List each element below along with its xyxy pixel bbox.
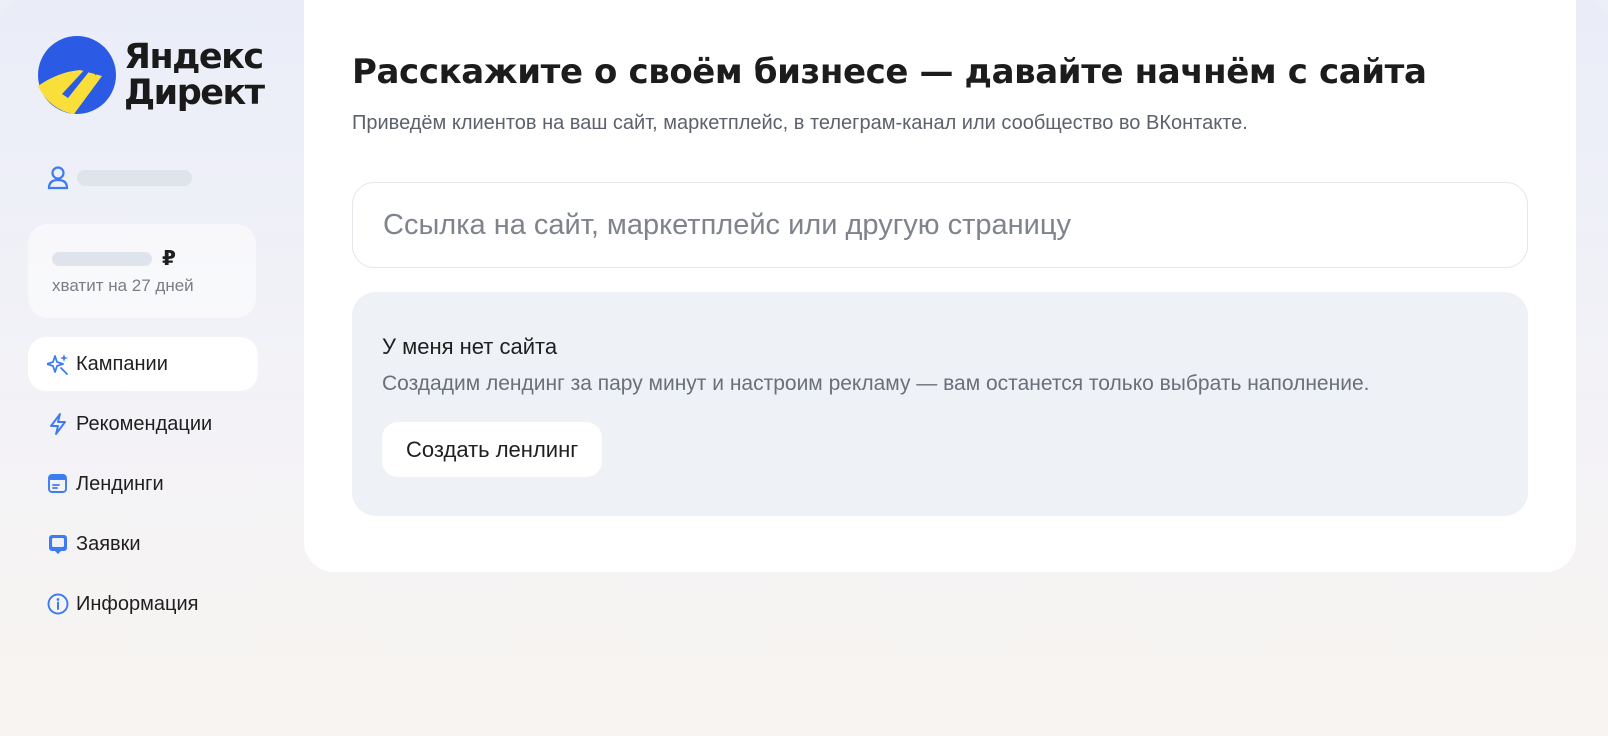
- yandex-direct-logo[interactable]: Яндекс Директ: [38, 36, 265, 114]
- balance-amount-placeholder: [52, 252, 152, 266]
- sidebar-item-recommendations[interactable]: Рекомендации: [28, 397, 258, 451]
- logo-text: Яндекс Директ: [124, 37, 265, 113]
- no-site-card: У меня нет сайта Создадим лендинг за пар…: [352, 292, 1528, 516]
- site-url-input[interactable]: [352, 182, 1528, 268]
- user-account[interactable]: [47, 166, 192, 190]
- logo-line-2: Директ: [124, 73, 265, 113]
- onboarding-card: Расскажите о своём бизнесе — давайте нач…: [304, 0, 1576, 572]
- sidebar-nav: Кампании Рекомендации Лендинги Заявки Ин…: [28, 337, 258, 637]
- create-landing-button[interactable]: Создать ленлинг: [382, 422, 603, 477]
- sidebar-item-information[interactable]: Информация: [28, 577, 258, 631]
- sparkle-icon: [46, 352, 70, 376]
- inbox-icon: [46, 532, 70, 556]
- currency-symbol: ₽: [162, 248, 176, 270]
- logo-line-1: Яндекс: [124, 37, 264, 77]
- no-site-description: Создадим лендинг за пару минут и настрои…: [382, 372, 1370, 395]
- app-window: Яндекс Директ ₽ хватит на 27 дней Кампан…: [0, 0, 1608, 736]
- no-site-title: У меня нет сайта: [382, 334, 558, 359]
- sidebar-item-label: Информация: [76, 592, 199, 615]
- sidebar-item-campaigns[interactable]: Кампании: [28, 337, 258, 391]
- sidebar-item-label: Рекомендации: [76, 412, 213, 435]
- sidebar-item-label: Лендинги: [76, 472, 164, 495]
- user-name-placeholder: [77, 170, 192, 186]
- sidebar-item-requests[interactable]: Заявки: [28, 517, 258, 571]
- lightning-icon: [46, 412, 70, 436]
- balance-card[interactable]: ₽ хватит на 27 дней: [28, 224, 256, 318]
- sidebar-item-landings[interactable]: Лендинги: [28, 457, 258, 511]
- landing-icon: [46, 472, 70, 496]
- info-icon: [46, 592, 70, 616]
- page-title: Расскажите о своём бизнесе — давайте нач…: [352, 52, 1427, 92]
- sidebar-item-label: Заявки: [76, 532, 141, 555]
- page-subtitle: Приведём клиентов на ваш сайт, маркетпле…: [352, 112, 1248, 134]
- balance-note: хватит на 27 дней: [52, 276, 194, 295]
- user-icon: [47, 166, 69, 190]
- sidebar-item-label: Кампании: [76, 352, 168, 375]
- logo-mark-icon: [38, 36, 116, 114]
